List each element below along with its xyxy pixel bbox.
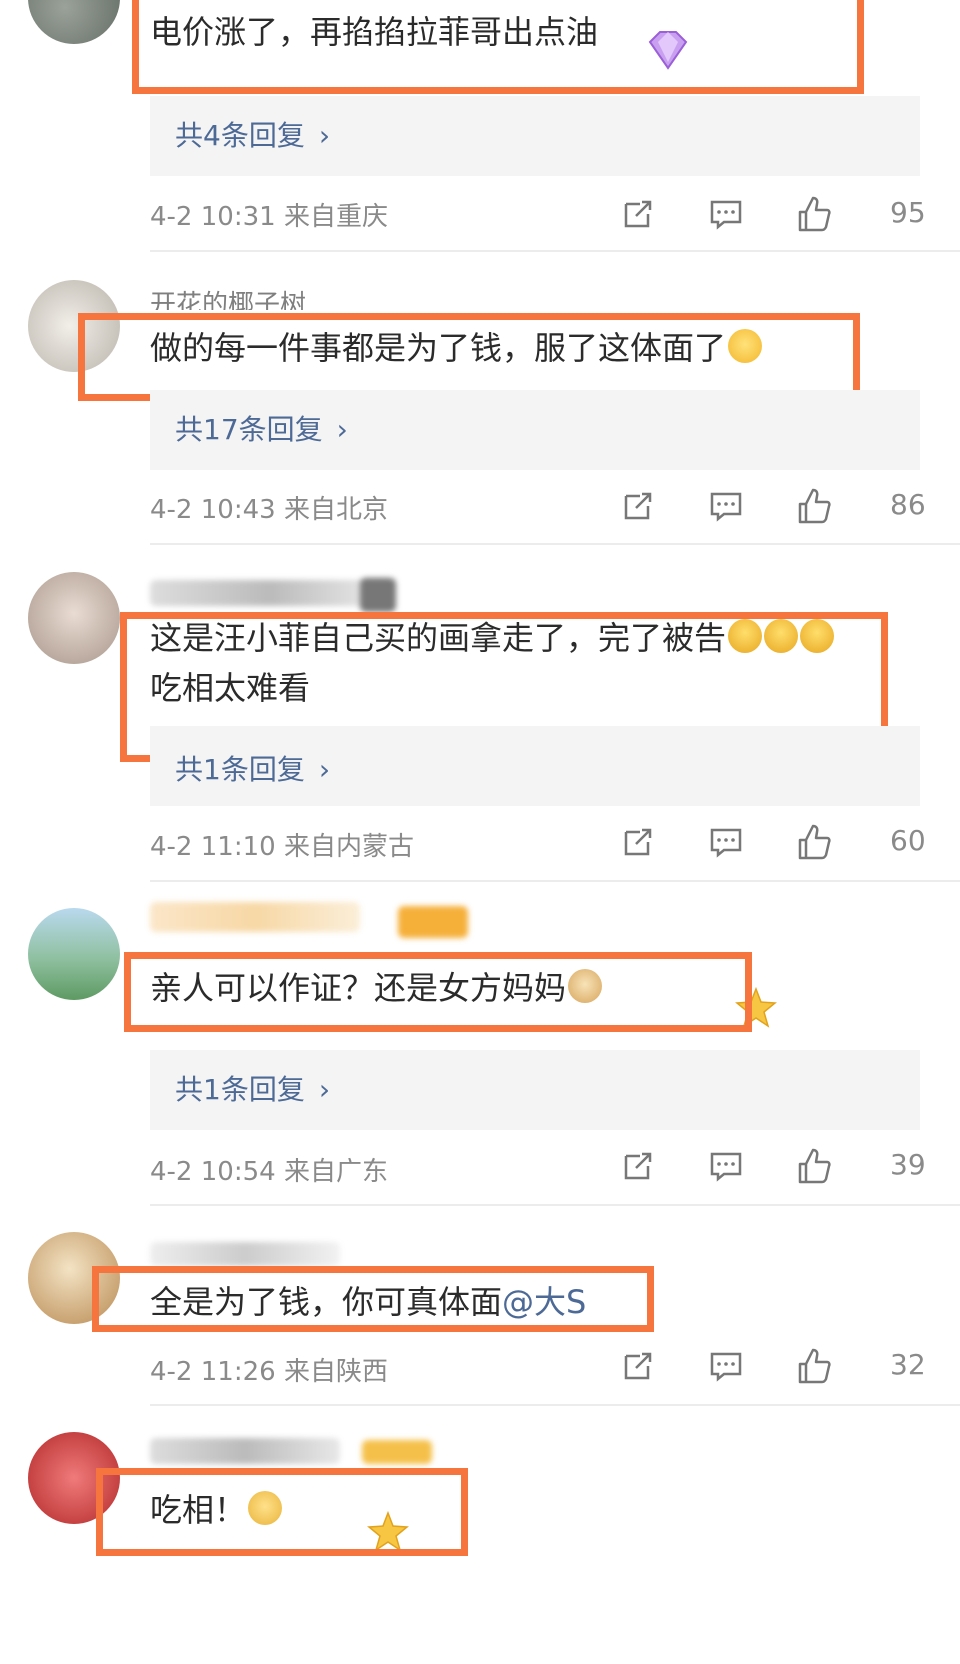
action-bar: 86 xyxy=(624,486,926,526)
chevron-right-icon: › xyxy=(318,1073,331,1106)
username[interactable]: 开花的椰子树 xyxy=(150,284,306,310)
action-bar: 39 xyxy=(624,1146,926,1186)
avatar[interactable] xyxy=(28,0,120,44)
timestamp: 4-2 10:31 xyxy=(150,202,276,232)
comment-icon[interactable] xyxy=(706,486,746,526)
highlight-box xyxy=(78,313,860,401)
timestamp: 4-2 11:10 xyxy=(150,832,276,862)
divider xyxy=(150,1404,960,1406)
reply-count: 共1条回复 xyxy=(175,1073,305,1106)
reply-count: 共1条回复 xyxy=(175,753,305,786)
reply-count: 共17条回复 xyxy=(175,413,323,446)
comment-meta: 4-2 10:31 来自重庆 xyxy=(150,196,388,233)
reply-box[interactable]: 共17条回复 › xyxy=(150,390,920,470)
thumbs-up-icon[interactable] xyxy=(794,822,834,862)
like-count: 39 xyxy=(890,1148,926,1181)
chevron-right-icon: › xyxy=(318,753,331,786)
share-icon[interactable] xyxy=(618,1346,658,1386)
location: 来自重庆 xyxy=(283,202,388,232)
comment-icon[interactable] xyxy=(706,1146,746,1186)
badge-blurred xyxy=(362,1440,432,1464)
comment-meta: 4-2 10:54 来自广东 xyxy=(150,1151,388,1188)
location: 来自陕西 xyxy=(283,1357,388,1387)
divider xyxy=(150,543,960,545)
comment-meta: 4-2 11:10 来自内蒙古 xyxy=(150,826,414,863)
view-replies-link[interactable]: 共17条回复 › xyxy=(175,408,348,448)
thumbs-up-icon[interactable] xyxy=(794,1346,834,1386)
thumbs-up-icon[interactable] xyxy=(794,486,834,526)
avatar[interactable] xyxy=(28,572,120,664)
thumbs-up-icon[interactable] xyxy=(794,194,834,234)
comment-meta: 4-2 10:43 来自北京 xyxy=(150,489,388,526)
action-bar: 32 xyxy=(624,1346,926,1386)
reply-box[interactable]: 共1条回复 › xyxy=(150,726,920,806)
timestamp: 4-2 11:26 xyxy=(150,1357,276,1387)
like-count: 95 xyxy=(890,196,926,229)
location: 来自广东 xyxy=(283,1157,388,1187)
comment-icon[interactable] xyxy=(706,822,746,862)
comment-icon[interactable] xyxy=(706,1346,746,1386)
highlight-box xyxy=(124,952,752,1032)
username-blurred xyxy=(150,1242,340,1266)
view-replies-link[interactable]: 共1条回复 › xyxy=(175,748,330,788)
highlight-box xyxy=(92,1266,654,1332)
like-count: 86 xyxy=(890,488,926,521)
action-bar: 60 xyxy=(624,822,926,862)
highlight-box xyxy=(132,0,864,94)
share-icon[interactable] xyxy=(618,822,658,862)
reply-count: 共4条回复 xyxy=(175,119,305,152)
comment-meta: 4-2 11:26 来自陕西 xyxy=(150,1351,388,1388)
comment-icon[interactable] xyxy=(706,194,746,234)
like-count: 32 xyxy=(890,1348,926,1381)
location: 来自内蒙古 xyxy=(283,832,414,862)
reply-box[interactable]: 共1条回复 › xyxy=(150,1050,920,1130)
action-bar: 95 xyxy=(624,194,926,234)
highlight-box xyxy=(96,1468,468,1556)
like-count: 60 xyxy=(890,824,926,857)
username-blurred xyxy=(150,1438,340,1464)
divider xyxy=(150,250,960,252)
share-icon[interactable] xyxy=(618,194,658,234)
view-replies-link[interactable]: 共1条回复 › xyxy=(175,1068,330,1108)
username-blurred xyxy=(150,580,390,606)
timestamp: 4-2 10:54 xyxy=(150,1157,276,1187)
badge-blurred xyxy=(398,906,468,938)
share-icon[interactable] xyxy=(618,1146,658,1186)
share-icon[interactable] xyxy=(618,486,658,526)
reply-box[interactable]: 共4条回复 › xyxy=(150,96,920,176)
chevron-right-icon: › xyxy=(318,119,331,152)
divider xyxy=(150,880,960,882)
badge-blurred xyxy=(360,578,396,612)
view-replies-link[interactable]: 共4条回复 › xyxy=(175,114,330,154)
thumbs-up-icon[interactable] xyxy=(794,1146,834,1186)
location: 来自北京 xyxy=(283,495,388,525)
avatar[interactable] xyxy=(28,908,120,1000)
username-blurred xyxy=(150,902,360,932)
timestamp: 4-2 10:43 xyxy=(150,495,276,525)
chevron-right-icon: › xyxy=(336,413,348,446)
divider xyxy=(150,1204,960,1206)
